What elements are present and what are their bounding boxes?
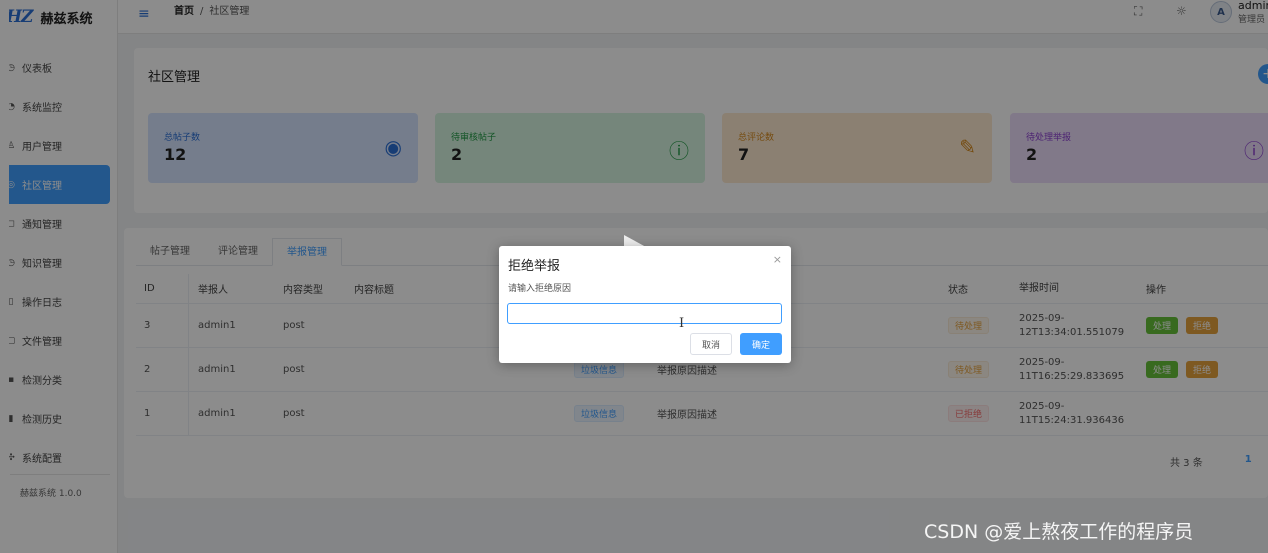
confirm-button[interactable]: 确定: [740, 333, 782, 355]
reject-reason-input[interactable]: [507, 303, 782, 324]
cancel-button[interactable]: 取消: [690, 333, 732, 355]
dialog-title: 拒绝举报: [508, 259, 561, 274]
watermark: CSDN @爱上熬夜工作的程序员: [924, 521, 1194, 543]
reject-report-dialog: 拒绝举报 × 请输入拒绝原因 I 取消 确定: [499, 246, 791, 363]
close-icon[interactable]: ×: [773, 253, 782, 266]
dialog-label: 请输入拒绝原因: [508, 284, 572, 294]
text-cursor-icon: I: [679, 316, 685, 331]
